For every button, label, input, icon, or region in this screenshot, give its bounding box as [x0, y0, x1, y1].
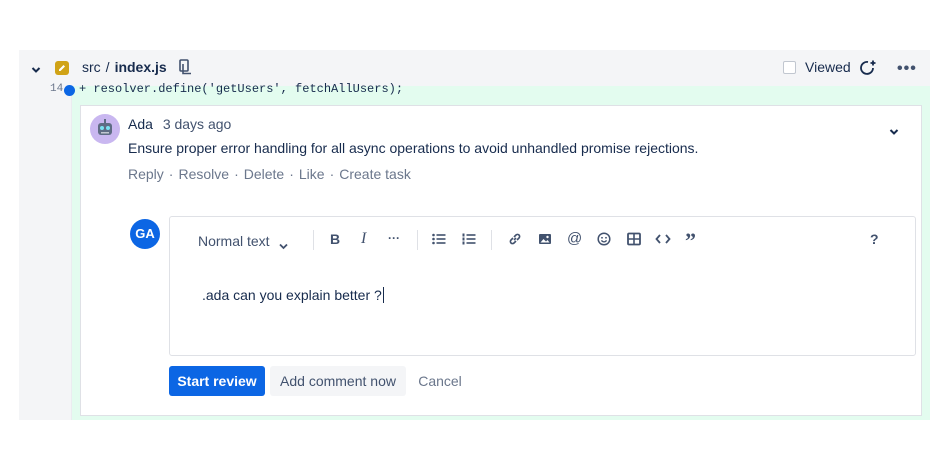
bullet-list-icon[interactable] — [432, 232, 446, 248]
reply-editor[interactable]: Normal text B I ··· @ ” ? .ada can you e… — [169, 216, 916, 356]
reply-action[interactable]: Reply — [128, 166, 164, 182]
modified-file-icon — [55, 61, 69, 75]
comment-body: Ensure proper error handling for all asy… — [128, 140, 699, 156]
emoji-icon[interactable] — [597, 232, 611, 249]
avatar-current-user: GA — [130, 219, 160, 249]
action-separator: · — [329, 166, 335, 182]
editor-toolbar: Normal text B I ··· @ ” ? — [170, 217, 915, 263]
start-review-button[interactable]: Start review — [169, 366, 265, 396]
avatar-ada — [90, 114, 120, 144]
resolve-action[interactable]: Resolve — [178, 166, 229, 182]
reply-text-value: .ada can you explain better ? — [202, 287, 382, 303]
toolbar-divider — [491, 230, 492, 250]
collapse-file-chevron-icon[interactable] — [31, 62, 41, 80]
comment-time: 3 days ago — [162, 116, 232, 132]
comment-thread: Ada 3 days ago Ensure proper error handl… — [80, 105, 922, 416]
path-filename[interactable]: index.js — [115, 59, 167, 75]
viewed-toggle[interactable]: Viewed — [783, 59, 851, 75]
toolbar-divider — [417, 230, 418, 250]
comment-actions: Reply · Resolve · Delete · Like · Create task — [128, 166, 411, 182]
comment-meta: Ada 3 days ago — [128, 116, 231, 132]
code-line: + resolver.define('getUsers', fetchAllUs… — [79, 82, 404, 96]
more-formatting-icon[interactable]: ··· — [388, 231, 400, 245]
toolbar-divider — [313, 230, 314, 250]
numbered-list-icon[interactable] — [462, 232, 476, 248]
line-gutter: 14 — [19, 83, 72, 420]
mention-icon[interactable]: @ — [567, 230, 582, 247]
comment-author[interactable]: Ada — [128, 116, 153, 132]
bold-icon[interactable]: B — [330, 231, 340, 247]
path-folder[interactable]: src — [82, 59, 101, 75]
add-comment-icon[interactable] — [859, 59, 877, 82]
viewed-checkbox[interactable] — [783, 60, 796, 74]
like-action[interactable]: Like — [299, 166, 325, 182]
reply-text[interactable]: .ada can you explain better ? — [202, 287, 384, 303]
code-icon[interactable] — [655, 232, 671, 249]
add-comment-now-button[interactable]: Add comment now — [270, 366, 406, 396]
action-separator: · — [234, 166, 239, 182]
more-actions-icon[interactable]: ••• — [897, 60, 917, 78]
quote-icon[interactable]: ” — [685, 228, 696, 254]
line-number: 14 — [50, 83, 64, 95]
file-diff-panel: src / index.js Viewed ••• 14 + resolver.de… — [19, 50, 930, 420]
viewed-label: Viewed — [805, 59, 851, 75]
collapse-comment-chevron-icon[interactable] — [889, 123, 899, 141]
link-icon[interactable] — [508, 232, 522, 249]
create-task-action[interactable]: Create task — [339, 166, 411, 182]
italic-icon[interactable]: I — [361, 230, 366, 248]
help-icon[interactable]: ? — [870, 231, 879, 247]
image-icon[interactable] — [538, 232, 552, 249]
cancel-button[interactable]: Cancel — [415, 366, 465, 396]
copy-path-icon[interactable] — [179, 59, 193, 80]
text-caret — [382, 287, 384, 303]
delete-action[interactable]: Delete — [244, 166, 284, 182]
action-separator: · — [168, 166, 174, 182]
table-icon[interactable] — [627, 232, 641, 249]
text-style-chevron-icon[interactable] — [279, 237, 288, 255]
comment-marker-icon[interactable] — [64, 85, 75, 96]
path-separator: / — [105, 59, 110, 75]
action-separator: · — [289, 166, 294, 182]
text-style-dropdown[interactable]: Normal text — [198, 233, 270, 249]
file-path: src / index.js — [82, 59, 167, 75]
code-diff-area: 14 + resolver.define('getUsers', fetchAl… — [19, 82, 930, 420]
